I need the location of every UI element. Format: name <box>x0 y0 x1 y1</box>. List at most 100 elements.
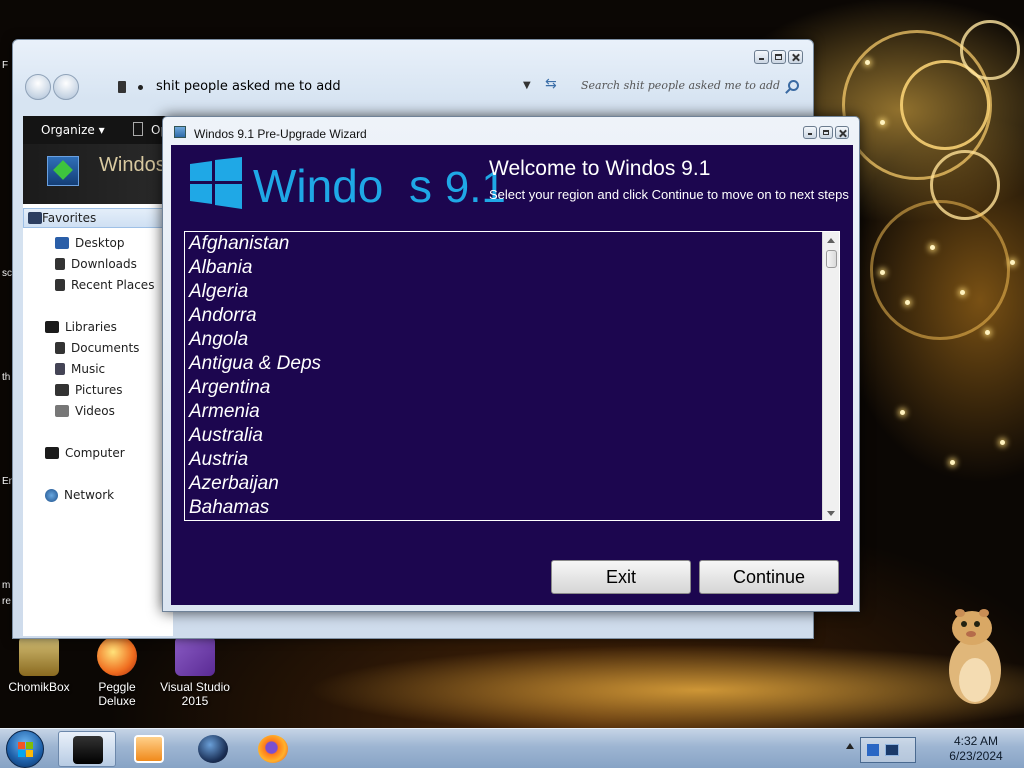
search-icon[interactable] <box>788 80 799 91</box>
hamster-image <box>949 609 1001 704</box>
nav-documents[interactable]: Documents <box>55 341 139 355</box>
continue-button[interactable]: Continue <box>699 560 839 594</box>
logo-word: Windo s <box>253 160 432 212</box>
taskbar-explorer-button[interactable] <box>58 731 116 767</box>
exit-button[interactable]: Exit <box>551 560 691 594</box>
desktop-icon-peggle[interactable]: Peggle Deluxe <box>78 636 156 708</box>
star-icon <box>28 212 42 224</box>
list-scrollbar[interactable] <box>822 232 839 520</box>
folder-header: Windos <box>23 144 173 204</box>
list-item[interactable]: Armenia <box>189 400 819 424</box>
start-button[interactable] <box>6 730 44 768</box>
list-item[interactable]: Angola <box>189 328 819 352</box>
forward-button[interactable] <box>53 74 79 100</box>
refresh-icon[interactable]: ⇆ <box>545 76 557 92</box>
nav-videos[interactable]: Videos <box>55 404 115 418</box>
explorer-icon <box>73 736 103 764</box>
network-tray-icon[interactable] <box>867 744 879 756</box>
system-tray <box>842 733 940 765</box>
navigation-bar: shit people asked me to add ▼ ⇆ Search s… <box>25 74 805 100</box>
taskbar-browser-button[interactable] <box>184 731 242 767</box>
nav-music[interactable]: Music <box>55 362 105 376</box>
desktop-edge-label: F <box>2 60 9 71</box>
minimize-button[interactable] <box>803 126 817 139</box>
nav-pictures[interactable]: Pictures <box>55 383 123 397</box>
scroll-up-icon[interactable] <box>827 238 835 243</box>
desktop-icon-visual-studio[interactable]: Visual Studio 2015 <box>156 636 234 708</box>
address-bar[interactable]: shit people asked me to add <box>105 75 565 99</box>
list-item[interactable]: Azerbaijan <box>189 472 819 496</box>
list-item[interactable]: Andorra <box>189 304 819 328</box>
wizard-app-icon <box>174 126 186 138</box>
chomikbox-icon <box>19 636 59 676</box>
nav-label: Documents <box>71 341 140 355</box>
desktop-edge-label: sc <box>2 268 12 279</box>
firefox-icon <box>258 735 288 763</box>
display-tray-icon[interactable] <box>885 744 899 756</box>
region-listbox[interactable]: Afghanistan Albania Algeria Andorra Ango… <box>184 231 840 521</box>
list-item[interactable]: Afghanistan <box>189 232 819 256</box>
nav-libraries[interactable]: Libraries <box>45 320 117 334</box>
browser-globe-icon <box>198 735 228 763</box>
list-item[interactable]: Argentina <box>189 376 819 400</box>
breadcrumb-separator-icon <box>138 85 143 90</box>
back-button[interactable] <box>25 74 51 100</box>
desktop-icon-chomikbox[interactable]: ChomikBox <box>0 636 78 694</box>
desktop-icon-label: Visual Studio 2015 <box>160 680 230 708</box>
nav-label: Pictures <box>75 383 123 397</box>
show-hidden-icons-icon[interactable] <box>846 741 854 749</box>
nav-label: Desktop <box>75 236 125 250</box>
search-input[interactable]: Search shit people asked me to add <box>571 75 805 99</box>
nav-desktop[interactable]: Desktop <box>55 236 125 250</box>
videos-icon <box>55 405 69 417</box>
taskbar-media-player-button[interactable] <box>120 731 178 767</box>
wizard-logo-text: Windo s 9.1 <box>253 159 506 213</box>
nav-computer[interactable]: Computer <box>45 446 125 460</box>
nav-label: Network <box>64 488 115 502</box>
peggle-icon <box>97 636 137 676</box>
list-item[interactable]: Bahamas <box>189 496 819 520</box>
minimize-button[interactable] <box>754 50 769 64</box>
address-dropdown-icon[interactable]: ▼ <box>523 80 531 91</box>
scroll-down-icon[interactable] <box>827 511 835 516</box>
nav-label: Downloads <box>71 257 137 271</box>
music-icon <box>55 363 65 375</box>
nav-downloads[interactable]: Downloads <box>55 257 137 271</box>
scroll-thumb[interactable] <box>826 250 837 268</box>
libraries-icon <box>45 321 59 333</box>
clock[interactable]: 4:32 AM 6/23/2024 <box>936 734 1016 764</box>
nav-label: Computer <box>65 446 125 460</box>
welcome-heading: Welcome to Windos 9.1 <box>489 157 711 180</box>
open-icon[interactable] <box>133 122 143 136</box>
list-item[interactable]: Algeria <box>189 280 819 304</box>
wizard-caption-buttons <box>803 126 849 139</box>
list-item[interactable]: Antigua & Deps <box>189 352 819 376</box>
pictures-icon <box>55 384 69 396</box>
wizard-content: Windo s 9.1 Welcome to Windos 9.1 Select… <box>171 145 853 605</box>
list-item[interactable]: Australia <box>189 424 819 448</box>
nav-label: Videos <box>75 404 115 418</box>
desktop-edge-label: m <box>2 580 11 591</box>
desktop-icon <box>55 237 69 249</box>
documents-icon <box>55 342 65 354</box>
nav-favorites[interactable]: Favorites <box>23 208 163 228</box>
list-item[interactable]: Austria <box>189 448 819 472</box>
desktop-edge-label: th <box>2 372 11 383</box>
maximize-button[interactable] <box>771 50 786 64</box>
downloads-icon <box>55 258 65 270</box>
maximize-button[interactable] <box>819 126 833 139</box>
organize-menu[interactable]: Organize ▾ <box>41 123 105 137</box>
close-button[interactable] <box>788 50 803 64</box>
desktop-edge-label: re <box>2 596 11 607</box>
taskbar-firefox-button[interactable] <box>244 731 302 767</box>
nav-recent-places[interactable]: Recent Places <box>55 278 154 292</box>
notification-icons[interactable] <box>860 737 916 763</box>
list-item[interactable]: Albania <box>189 256 819 280</box>
nav-network[interactable]: Network <box>45 488 114 502</box>
wizard-window: Windos 9.1 Pre-Upgrade Wizard Windo s 9.… <box>162 116 860 612</box>
wizard-title: Windos 9.1 Pre-Upgrade Wizard <box>194 127 367 141</box>
command-bar: Organize ▾ Op <box>23 116 183 144</box>
clock-time: 4:32 AM <box>953 734 999 748</box>
computer-icon <box>45 447 59 459</box>
close-button[interactable] <box>835 126 849 139</box>
